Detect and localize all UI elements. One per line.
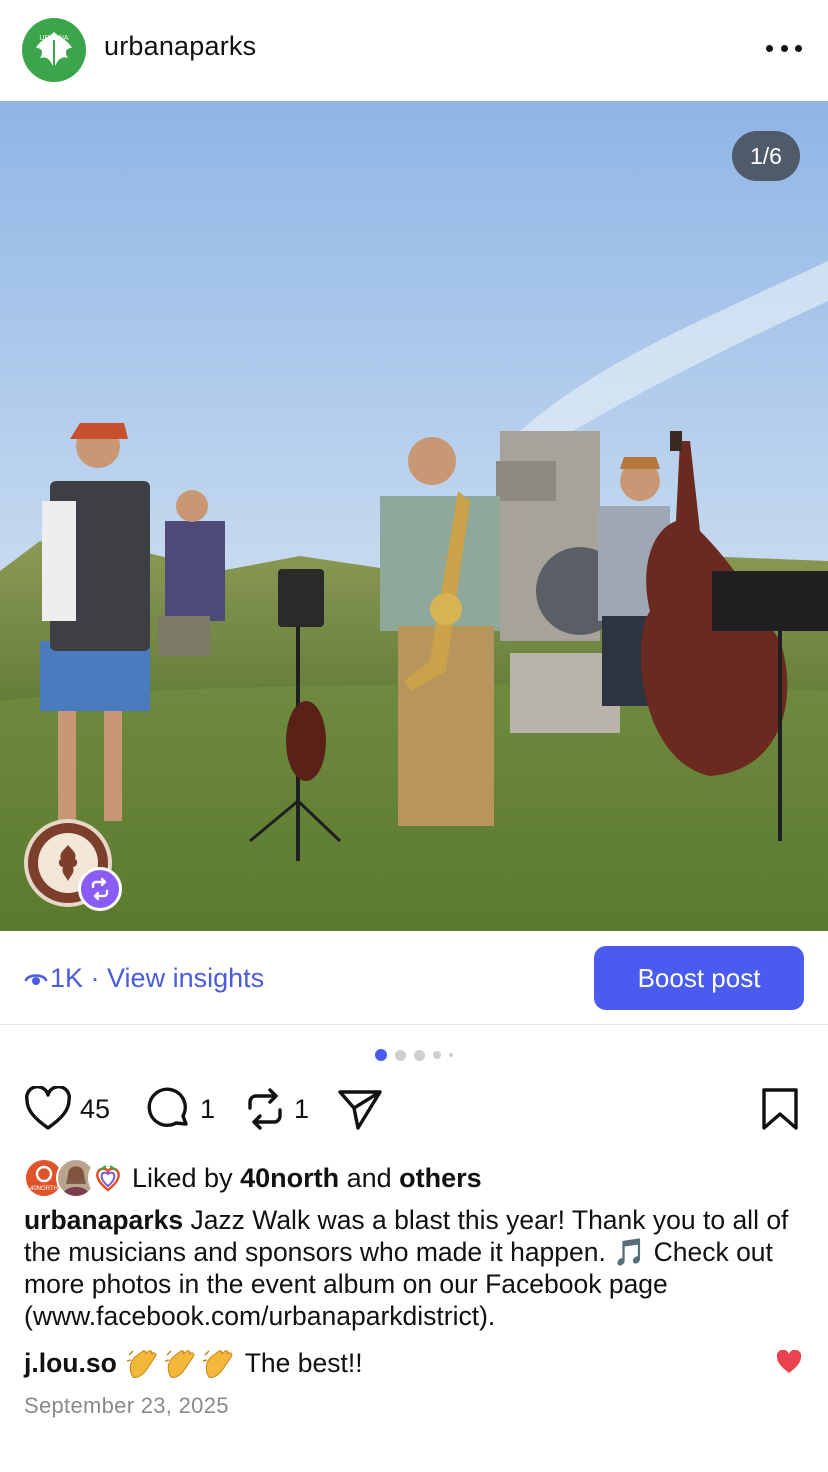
more-options-icon[interactable]: [766, 34, 802, 62]
clapping-hands-icon: [202, 1350, 233, 1378]
profile-avatar[interactable]: URBANA: [22, 18, 86, 82]
heart-icon[interactable]: [24, 1086, 72, 1132]
remix-icon[interactable]: [78, 867, 122, 911]
insights-bar: 1K · View insights Boost post: [0, 931, 828, 1025]
carousel-dot: [449, 1053, 453, 1057]
jazz-band-photo: [0, 101, 828, 931]
repost-icon[interactable]: [244, 1086, 286, 1132]
save-action: [760, 1086, 800, 1132]
view-insights-link[interactable]: 1K · View insights: [24, 963, 264, 994]
post-username[interactable]: urbanaparks: [104, 31, 256, 62]
post-date: September 23, 2025: [24, 1393, 229, 1418]
image-counter: 1/6: [732, 131, 800, 181]
repost-action: 1: [244, 1086, 309, 1132]
liker-avatars: 40NORTH: [24, 1158, 128, 1198]
carousel-dot: [395, 1049, 406, 1061]
share-action: [336, 1086, 384, 1132]
liker-avatar: [88, 1158, 128, 1198]
bookmark-icon[interactable]: [760, 1086, 800, 1132]
post-header: URBANA urbanaparks: [0, 0, 828, 100]
boost-post-button[interactable]: Boost post: [594, 946, 804, 1010]
carousel-dot: [414, 1049, 425, 1061]
share-icon[interactable]: [336, 1086, 384, 1132]
comment-author[interactable]: j.lou.so: [24, 1348, 117, 1379]
liked-by-row[interactable]: 40NORTH Liked by 40north and others: [24, 1158, 482, 1198]
carousel-dot: [433, 1051, 441, 1059]
action-bar: 45 1 1: [0, 1086, 828, 1136]
comment-like-heart-icon[interactable]: [776, 1350, 802, 1374]
views-icon: [24, 973, 48, 985]
leaf-logo-icon: URBANA: [36, 32, 72, 72]
logo-text-top: URBANA: [39, 35, 69, 42]
liker-username[interactable]: 40north: [240, 1163, 339, 1193]
comment-count[interactable]: 1: [200, 1094, 215, 1125]
repost-count[interactable]: 1: [294, 1094, 309, 1125]
like-count[interactable]: 45: [80, 1094, 110, 1125]
carousel-dot-active: [375, 1049, 387, 1061]
view-insights-label[interactable]: View insights: [107, 963, 264, 994]
comment-row[interactable]: j.lou.so The best!!: [24, 1346, 814, 1380]
views-count: 1K: [50, 963, 84, 993]
svg-text:40NORTH: 40NORTH: [30, 1186, 58, 1192]
insights-separator: ·: [83, 963, 108, 993]
comment-action: 1: [146, 1086, 215, 1132]
comment-text: The best!!: [244, 1347, 363, 1378]
caption-author[interactable]: urbanaparks: [24, 1205, 183, 1235]
liked-by-prefix: Liked by: [132, 1162, 241, 1193]
liked-by-others[interactable]: others: [399, 1163, 482, 1193]
clapping-hands-icon: [164, 1350, 195, 1378]
comment-icon[interactable]: [146, 1086, 192, 1132]
carousel-indicator: [0, 1049, 828, 1061]
post-caption: urbanaparks Jazz Walk was a blast this y…: [24, 1204, 814, 1332]
post-photo[interactable]: 1/6: [0, 101, 828, 931]
clapping-hands-icon: [126, 1350, 157, 1378]
liked-by-text[interactable]: Liked by 40north and others: [132, 1163, 482, 1194]
like-action: 45: [24, 1086, 110, 1132]
liked-by-and: and: [339, 1162, 400, 1193]
